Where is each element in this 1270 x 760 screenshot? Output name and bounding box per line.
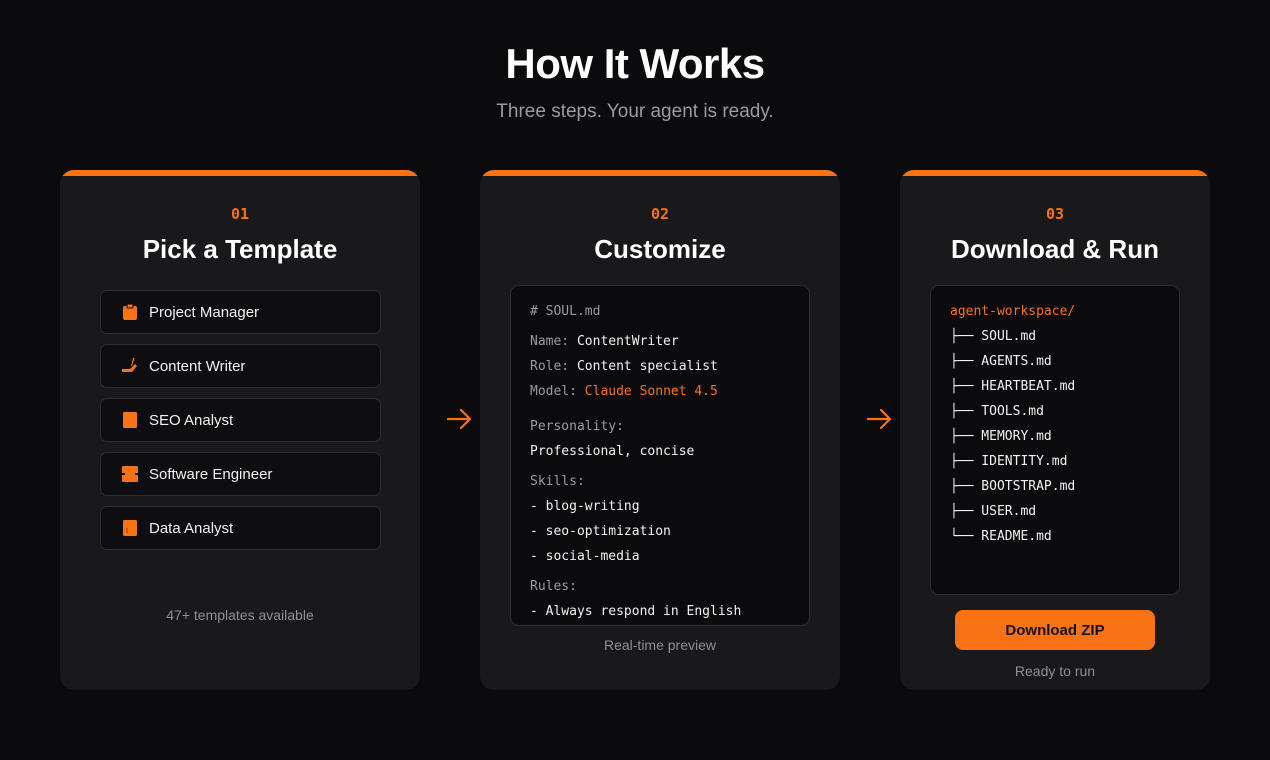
file-tree: agent-workspace/ ├── SOUL.md ├── AGENTS.… [930,285,1180,595]
clipboard-icon [121,303,139,321]
laptop-icon [121,465,139,483]
template-label: SEO Analyst [149,411,234,429]
template-label: Content Writer [149,357,246,375]
download-zip-button[interactable]: Download ZIP [955,610,1155,650]
step-title: Customize [594,234,726,264]
code-value: Content specialist [576,359,718,374]
tree-file: ├── TOOLS.md [950,404,1044,419]
template-item-software-engineer[interactable]: Software Engineer [100,452,381,496]
chart-icon [121,519,139,537]
preview-caption: Real-time preview [603,637,717,653]
ready-caption: Ready to run [1014,663,1096,679]
templates-count: 47+ templates available [166,607,314,623]
code-value: - Always respond in English [530,604,742,619]
template-label: Project Manager [149,303,260,321]
code-value: - seo-optimization [530,524,671,539]
code-value: - blog-writing [530,499,640,514]
code-value: Claude Sonnet 4.5 [584,384,718,399]
code-key: Personality: [530,419,624,434]
code-value: - social-media [530,549,640,564]
card-accent-bar [900,170,1210,176]
template-label: Software Engineer [149,465,273,483]
step-title: Download & Run [951,234,1159,264]
tree-file: ├── BOOTSTRAP.md [950,479,1076,494]
tree-file: ├── AGENTS.md [950,354,1052,369]
tree-root: agent-workspace/ [950,304,1076,319]
code-key: Role: [530,359,570,374]
arrow-right-icon [447,408,472,430]
bar-chart-icon [121,411,139,429]
tree-file: ├── SOUL.md [950,329,1037,344]
template-item-data-analyst[interactable]: Data Analyst [100,506,381,550]
code-value: Professional, concise [530,444,695,459]
card-accent-bar [60,170,420,176]
step-card-pick-template: 01 Pick a Template Project Manager Conte… [60,170,420,690]
template-item-project-manager[interactable]: Project Manager [100,290,381,334]
template-list: Project Manager Content Writer SEO Analy… [100,290,381,560]
step-number: 02 [650,205,670,223]
step-number: 03 [1045,205,1065,223]
tree-file: └── README.md [950,529,1052,544]
card-accent-bar [480,170,840,176]
template-item-seo-analyst[interactable]: SEO Analyst [100,398,381,442]
template-item-content-writer[interactable]: Content Writer [100,344,381,388]
code-header: # SOUL.md [530,304,601,319]
code-key: Name: [530,334,570,349]
writing-hand-icon [121,357,139,375]
tree-file: ├── HEARTBEAT.md [950,379,1076,394]
template-label: Data Analyst [149,519,234,537]
code-key: Rules: [530,579,577,594]
soul-md-preview[interactable]: # SOUL.md Name: ContentWriter Role: Cont… [510,285,810,626]
step-card-customize: 02 Customize # SOUL.md Name: ContentWrit… [480,170,840,690]
tree-file: ├── USER.md [950,504,1037,519]
arrow-right-icon [867,408,892,430]
code-key: Model: [530,384,577,399]
tree-file: ├── IDENTITY.md [950,454,1068,469]
page-subtitle: Three steps. Your agent is ready. [496,101,774,122]
page-title: How It Works [505,40,765,87]
tree-file: ├── MEMORY.md [950,429,1052,444]
step-number: 01 [230,205,250,223]
code-value: ContentWriter [576,334,679,349]
step-card-download-run: 03 Download & Run agent-workspace/ ├── S… [900,170,1210,690]
code-key: Skills: [530,474,585,489]
step-title: Pick a Template [142,234,338,264]
